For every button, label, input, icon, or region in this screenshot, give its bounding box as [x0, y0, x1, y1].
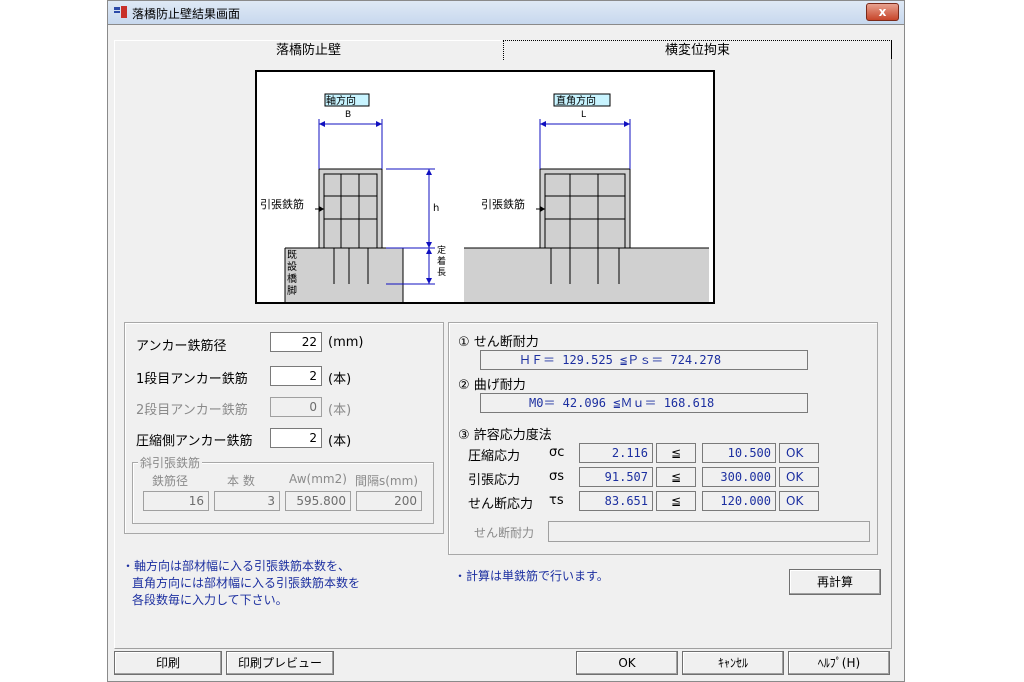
stress-row-status: OK: [779, 491, 819, 511]
bending-capacity-result: M0＝ 42.096 ≦Ｍｕ＝ 168.618: [480, 393, 808, 413]
print-preview-button[interactable]: 印刷プレビュー: [226, 651, 334, 675]
app-icon: [114, 6, 127, 18]
anchor-comp-input[interactable]: 2: [270, 428, 322, 448]
diagram-dim-h: h: [433, 203, 440, 214]
diagram-rebar-label-left: 引張鉄筋: [260, 198, 304, 211]
shear-resistance-field: [548, 521, 870, 542]
diagram-anchor-length-label: 定着長: [437, 246, 447, 278]
diagonal-rebar-group-label: 斜引張鉄筋: [138, 454, 203, 471]
diagram-dim-b: B: [345, 110, 352, 120]
stress-row-limit: 120.000: [702, 491, 776, 511]
shear-capacity-title: ① せん断耐力: [458, 335, 539, 350]
diagram-dim-l: L: [581, 110, 587, 120]
note-line: 各段数毎に入力して下さい。: [132, 593, 288, 607]
stress-row-value: 2.116: [579, 443, 653, 463]
anchor-row1-label: 1段目アンカー鉄筋: [136, 372, 248, 387]
stress-row-op: ≦: [656, 491, 696, 511]
stress-row-op: ≦: [656, 443, 696, 463]
shear-resistance-label: せん断耐力: [474, 526, 535, 540]
stress-row-value: 83.651: [579, 491, 653, 511]
structure-diagram: [255, 70, 715, 304]
note-line: 直角方向には部材幅に入る引張鉄筋本数を: [132, 576, 361, 590]
note-single-rebar: ・計算は単鉄筋で行います。: [454, 569, 609, 583]
diagram-tag-perpendicular: 直角方向: [556, 96, 596, 107]
stress-row-symbol: σs: [549, 469, 565, 484]
print-button[interactable]: 印刷: [114, 651, 222, 675]
diagonal-header-aw: Aw(mm2): [289, 472, 347, 486]
stress-row-label: 引張応力: [468, 473, 521, 488]
anchor-row2-label: 2段目アンカー鉄筋: [136, 403, 248, 418]
diagonal-diameter-value: 16: [143, 491, 209, 511]
stress-row-limit: 300.000: [702, 467, 776, 487]
anchor-comp-unit: (本): [328, 434, 352, 449]
allowable-stress-title: ③ 許容応力度法: [458, 428, 552, 443]
stress-row-symbol: σc: [549, 445, 565, 460]
stress-row-symbol: τs: [549, 493, 564, 508]
stress-row-label: 圧縮応力: [468, 449, 521, 464]
diagonal-aw-value: 595.800: [285, 491, 351, 511]
stress-row-value: 91.507: [579, 467, 653, 487]
diagram-tag-axial: 軸方向: [326, 96, 356, 107]
diagonal-header-spacing: 間隔s(mm): [355, 474, 418, 488]
anchor-row2-unit: (本): [328, 403, 352, 418]
anchor-row1-unit: (本): [328, 372, 352, 387]
stress-row-status: OK: [779, 467, 819, 487]
recalculate-button[interactable]: 再計算: [789, 569, 881, 595]
diagram-rebar-label-right: 引張鉄筋: [481, 198, 525, 211]
window-title: 落橋防止壁結果画面: [132, 7, 241, 21]
stress-row-op: ≦: [656, 467, 696, 487]
anchor-row1-input[interactable]: 2: [270, 366, 322, 386]
note-line: ・軸方向は部材幅に入る引張鉄筋本数を、: [122, 559, 351, 573]
anchor-diameter-label: アンカー鉄筋径: [136, 339, 227, 354]
diagonal-header-diameter: 鉄筋径: [152, 474, 189, 488]
anchor-row2-input[interactable]: 0: [270, 397, 322, 417]
close-button[interactable]: x: [866, 3, 899, 21]
diagram-pier-label: 既設橋脚: [287, 250, 297, 297]
cancel-button[interactable]: ｷｬﾝｾﾙ: [682, 651, 784, 675]
tab-lateral-restraint[interactable]: 横変位拘束: [503, 40, 892, 60]
anchor-diameter-input[interactable]: 22: [270, 332, 322, 352]
diagonal-count-value: 3: [214, 491, 280, 511]
anchor-comp-label: 圧縮側アンカー鉄筋: [136, 434, 253, 449]
stress-row-limit: 10.500: [702, 443, 776, 463]
diagonal-spacing-value: 200: [356, 491, 422, 511]
stress-row-status: OK: [779, 443, 819, 463]
shear-capacity-result: ＨＦ＝ 129.525 ≦Ｐｓ＝ 724.278: [480, 350, 808, 370]
stress-row-label: せん断応力: [468, 497, 534, 512]
anchor-diameter-unit: (mm): [328, 335, 364, 350]
tab-rakkyo-wall[interactable]: 落橋防止壁: [114, 40, 502, 60]
bending-capacity-title: ② 曲げ耐力: [458, 378, 526, 393]
help-button[interactable]: ﾍﾙﾌﾟ(H): [788, 651, 890, 675]
ok-button[interactable]: OK: [576, 651, 678, 675]
diagonal-header-count: 本 数: [227, 474, 255, 488]
